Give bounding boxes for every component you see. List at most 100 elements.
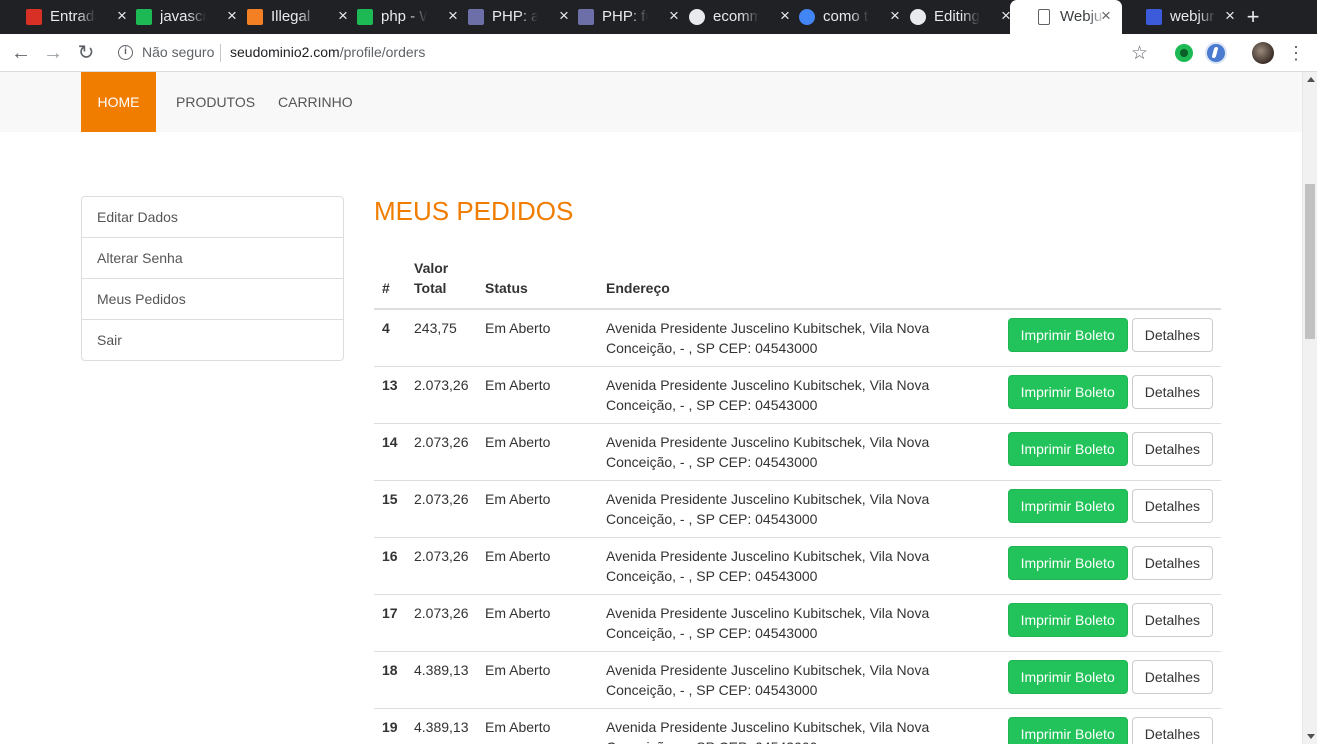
reload-button[interactable]: ↻	[73, 40, 99, 66]
url-path: /profile/orders	[339, 44, 426, 60]
order-address-line2: Conceição, - , SP CEP: 04543000	[606, 568, 818, 584]
order-value: 2.073,26	[406, 366, 477, 424]
print-boleto-button[interactable]: Imprimir Boleto	[1007, 432, 1128, 466]
browser-tab-1[interactable]: javascript×	[110, 0, 237, 34]
stackoverflow-icon	[247, 9, 263, 25]
nav-produtos[interactable]: PRODUTOS	[176, 72, 255, 132]
security-label[interactable]: Não seguro	[142, 44, 214, 60]
table-row: 14 2.073,26 Em Aberto Avenida Presidente Ju…	[374, 423, 1221, 481]
orders-table: # Valor Total Status Endereço 4 243,75 Em A…	[374, 250, 1221, 744]
google-icon	[799, 9, 815, 25]
order-status: Em Aberto	[477, 594, 598, 652]
browser-tab-6[interactable]: ecomm ×	[663, 0, 790, 34]
sidebar-item-sair[interactable]: Sair	[82, 320, 343, 360]
new-tab-button[interactable]: +	[1241, 5, 1265, 29]
site-info-icon[interactable]: i	[118, 45, 133, 60]
browser-tab-3[interactable]: php - W ×	[331, 0, 458, 34]
print-boleto-button[interactable]: Imprimir Boleto	[1007, 318, 1128, 352]
details-button[interactable]: Detalhes	[1131, 375, 1213, 409]
order-value: 2.073,26	[406, 594, 477, 652]
tab-title: PHP: fo	[602, 8, 648, 25]
order-value: 2.073,26	[406, 423, 477, 481]
header-status: Status	[477, 250, 598, 310]
browser-toolbar: ← → ↻ i Não seguro seudominio2.com/profi…	[0, 34, 1317, 72]
details-button[interactable]: Detalhes	[1131, 546, 1213, 580]
details-button[interactable]: Detalhes	[1131, 432, 1213, 466]
page-scrollbar[interactable]	[1302, 72, 1317, 744]
browser-tab-5[interactable]: PHP: fo×	[552, 0, 679, 34]
print-boleto-button[interactable]: Imprimir Boleto	[1007, 546, 1128, 580]
order-actions: Imprimir Boleto Detalhes	[968, 308, 1221, 367]
order-address-line2: Conceição, - , SP CEP: 04543000	[606, 739, 817, 744]
github-icon	[689, 9, 705, 25]
browser-tab-2[interactable]: Illegal ×	[221, 0, 348, 34]
webjump-icon	[1146, 9, 1162, 25]
tab-title: PHP: ar	[492, 8, 538, 25]
details-button[interactable]: Detalhes	[1131, 660, 1213, 694]
print-boleto-button[interactable]: Imprimir Boleto	[1007, 603, 1128, 637]
order-id: 4	[374, 308, 406, 367]
order-address-line1: Avenida Presidente Juscelino Kubitschek,…	[606, 377, 930, 393]
header-id: #	[374, 250, 406, 310]
print-boleto-button[interactable]: Imprimir Boleto	[1007, 660, 1128, 694]
order-actions: Imprimir Boleto Detalhes	[968, 651, 1221, 709]
address-bar[interactable]: seudominio2.com/profile/orders	[230, 44, 425, 60]
scroll-down-arrow-icon[interactable]	[1307, 734, 1315, 739]
order-id: 14	[374, 423, 406, 481]
table-row: 4 243,75 Em Aberto Avenida Presidente Jusce…	[374, 308, 1221, 367]
extension-info-icon[interactable]	[1205, 42, 1227, 64]
table-row: 19 4.389,13 Em Aberto Avenida Presidente Ju…	[374, 708, 1221, 744]
order-status: Em Aberto	[477, 480, 598, 538]
browser-tab-0[interactable]: Entrada×	[0, 0, 127, 34]
tab-title: javascript	[160, 8, 206, 25]
order-address-line2: Conceição, - , SP CEP: 04543000	[606, 454, 818, 470]
order-address: Avenida Presidente Juscelino Kubitschek,…	[598, 651, 968, 709]
order-address: Avenida Presidente Juscelino Kubitschek,…	[598, 537, 968, 595]
order-address: Avenida Presidente Juscelino Kubitschek,…	[598, 594, 968, 652]
order-actions: Imprimir Boleto Detalhes	[968, 423, 1221, 481]
close-tab-icon[interactable]: ×	[1220, 6, 1240, 26]
details-button[interactable]: Detalhes	[1131, 717, 1213, 744]
order-status: Em Aberto	[477, 308, 598, 367]
forward-button[interactable]: →	[40, 40, 66, 66]
browser-tab-4[interactable]: PHP: ar×	[442, 0, 569, 34]
php-icon	[578, 9, 594, 25]
browser-tab-7[interactable]: como t ×	[773, 0, 900, 34]
order-address-line1: Avenida Presidente Juscelino Kubitschek,…	[606, 434, 930, 450]
close-tab-icon[interactable]: ×	[1096, 6, 1116, 26]
scroll-up-arrow-icon[interactable]	[1307, 77, 1315, 82]
order-id: 13	[374, 366, 406, 424]
print-boleto-button[interactable]: Imprimir Boleto	[1007, 375, 1128, 409]
order-status: Em Aberto	[477, 423, 598, 481]
browser-tab-9[interactable]: Webju ×	[1010, 0, 1122, 34]
profile-avatar[interactable]	[1252, 42, 1274, 64]
nav-home[interactable]: HOME	[81, 72, 156, 132]
details-button[interactable]: Detalhes	[1131, 603, 1213, 637]
tab-title: Illegal	[271, 8, 317, 25]
order-address: Avenida Presidente Juscelino Kubitschek,…	[598, 708, 968, 744]
browser-tab-10[interactable]: webjur ×	[1120, 0, 1235, 34]
bookmark-star-icon[interactable]: ☆	[1131, 42, 1148, 65]
print-boleto-button[interactable]: Imprimir Boleto	[1007, 489, 1128, 523]
scrollbar-thumb[interactable]	[1305, 184, 1315, 339]
header-value: Valor Total	[406, 250, 477, 310]
tab-title: Entrada	[50, 8, 96, 25]
details-button[interactable]: Detalhes	[1131, 489, 1213, 523]
back-button[interactable]: ←	[8, 40, 34, 66]
gmail-icon	[26, 9, 42, 25]
nav-carrinho[interactable]: CARRINHO	[278, 72, 353, 132]
page-icon	[1038, 9, 1050, 25]
sidebar-item-alterar-senha[interactable]: Alterar Senha	[82, 238, 343, 279]
sidebar-item-meus-pedidos[interactable]: Meus Pedidos	[82, 279, 343, 320]
print-boleto-button[interactable]: Imprimir Boleto	[1007, 717, 1128, 744]
order-actions: Imprimir Boleto Detalhes	[968, 366, 1221, 424]
browser-tab-8[interactable]: Editing ×	[884, 0, 1011, 34]
header-actions	[968, 250, 1221, 310]
extension-gear-icon[interactable]	[1175, 44, 1193, 62]
table-header-row: # Valor Total Status Endereço	[374, 250, 1221, 310]
browser-menu-icon[interactable]: ⋮	[1287, 42, 1305, 64]
order-value: 2.073,26	[406, 480, 477, 538]
sidebar-item-editar-dados[interactable]: Editar Dados	[82, 197, 343, 238]
details-button[interactable]: Detalhes	[1131, 318, 1213, 352]
order-value: 243,75	[406, 308, 477, 367]
